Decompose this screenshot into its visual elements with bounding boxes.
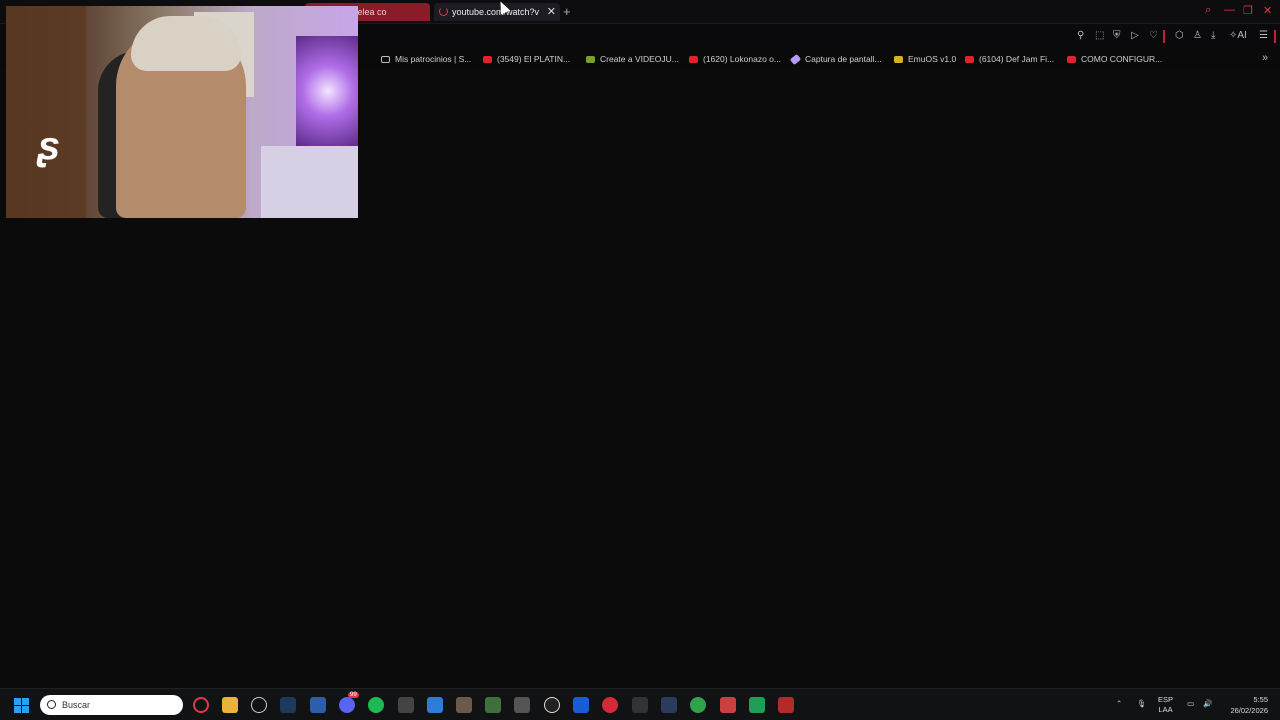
clock-time: 5:55 xyxy=(1253,695,1268,704)
accent-divider xyxy=(1274,30,1276,43)
grid-icon xyxy=(586,56,595,63)
shield-icon[interactable]: ⛨ xyxy=(1113,30,1121,42)
webcam-neon-sign xyxy=(296,36,358,146)
bookmark-label: Create a VIDEOJU... xyxy=(600,54,679,64)
start-button[interactable] xyxy=(14,698,29,713)
car-app-icon[interactable] xyxy=(514,697,530,713)
steam-icon[interactable] xyxy=(280,697,296,713)
youtube-icon xyxy=(689,56,698,63)
search-tabs-icon[interactable]: ⌕ xyxy=(1205,4,1211,17)
bookmarks-overflow-icon[interactable]: » xyxy=(1262,52,1268,64)
app-icon[interactable] xyxy=(661,697,677,713)
bookmark-label: (3549) El PLATIN... xyxy=(497,54,571,64)
search-placeholder: Buscar xyxy=(62,700,91,710)
streamer-logo-icon: ʂ xyxy=(37,124,61,168)
new-tab-button[interactable]: + xyxy=(563,3,571,21)
app-icon[interactable] xyxy=(602,697,618,713)
keyboard-layout: LAA xyxy=(1158,705,1173,714)
menu-icon[interactable]: ☰ xyxy=(1259,30,1268,42)
bookmark-item[interactable]: Create a VIDEOJU... xyxy=(586,53,679,65)
webcam-person-hair xyxy=(131,16,241,71)
volume-icon[interactable]: 🔊 xyxy=(1203,699,1212,709)
minimize-icon[interactable]: — xyxy=(1224,4,1235,16)
opera-gx-icon[interactable] xyxy=(193,697,209,713)
account-icon[interactable]: ♙ xyxy=(1193,30,1202,42)
bookmark-label: COMO CONFIGUR... xyxy=(1081,54,1163,64)
youtube-icon xyxy=(1067,56,1076,63)
pin-icon[interactable]: ⚲ xyxy=(1077,30,1084,42)
close-window-icon[interactable]: ✕ xyxy=(1263,4,1272,17)
bookmark-label: (6104) Def Jam Fi... xyxy=(979,54,1055,64)
play-icon[interactable]: ▷ xyxy=(1131,30,1139,42)
bookmark-label: (1620) Lokonazo o... xyxy=(703,54,781,64)
bookmark-item[interactable]: EmuOS v1.0 xyxy=(894,53,956,65)
maximize-icon[interactable]: ❐ xyxy=(1243,4,1253,17)
app-icon[interactable] xyxy=(749,697,765,713)
webcam-door xyxy=(6,6,86,218)
tab-label: youtube.com/watch?v xyxy=(452,7,540,17)
notepad-icon[interactable] xyxy=(427,697,443,713)
webcam-desk xyxy=(261,146,358,218)
youtube-icon xyxy=(483,56,492,63)
webcam-overlay: ʂ xyxy=(6,6,358,218)
file-explorer-icon[interactable] xyxy=(222,697,238,713)
loading-spinner-icon xyxy=(439,7,448,16)
app-icon[interactable] xyxy=(632,697,648,713)
search-icon xyxy=(47,700,56,709)
game-icon[interactable] xyxy=(456,697,472,713)
bookmark-item[interactable]: (6104) Def Jam Fi... xyxy=(965,53,1054,65)
app-icon[interactable] xyxy=(398,697,414,713)
game-icon[interactable] xyxy=(485,697,501,713)
bookmark-label: EmuOS v1.0 xyxy=(908,54,957,64)
sun-icon xyxy=(894,56,903,63)
bookmark-item[interactable]: Mis patrocinios | S... xyxy=(381,53,471,65)
discord-icon[interactable]: 99 xyxy=(339,692,359,713)
pen-icon xyxy=(789,53,802,66)
ai-button[interactable]: ✧AI xyxy=(1229,30,1247,42)
snapshot-icon[interactable]: ⬚ xyxy=(1095,30,1104,42)
bookmark-item[interactable]: (1620) Lokonazo o... xyxy=(689,53,781,65)
security-icon[interactable] xyxy=(310,697,326,713)
taskbar-clock[interactable]: 5:55 26/02/2026 xyxy=(1230,694,1268,716)
voicemod-icon[interactable] xyxy=(778,697,794,713)
bookmark-label: Mis patrocinios | S... xyxy=(395,54,472,64)
windows-taskbar: Buscar 99 ⌃ 🎙 ESP LAA ▭ 🔊 5:55 26/02/202… xyxy=(0,688,1280,720)
bookmark-item[interactable]: Captura de pantall... xyxy=(789,53,882,66)
clock-date: 26/02/2026 xyxy=(1230,706,1268,715)
language-code: ESP xyxy=(1158,695,1174,704)
taskbar-search-input[interactable]: Buscar xyxy=(40,695,183,715)
settings-icon[interactable] xyxy=(251,697,267,713)
extensions-icon[interactable]: ⬡ xyxy=(1175,30,1184,42)
accent-divider xyxy=(1163,30,1165,43)
spotify-icon[interactable] xyxy=(368,697,384,713)
bookmark-item[interactable]: (3549) El PLATIN... xyxy=(483,53,570,65)
heart-icon[interactable]: ♡ xyxy=(1149,30,1158,42)
bookmark-label: Captura de pantall... xyxy=(805,54,882,64)
ai-label: AI xyxy=(1237,30,1247,41)
logitech-icon[interactable] xyxy=(544,697,560,713)
network-icon[interactable]: ▭ xyxy=(1187,699,1194,709)
app-icon[interactable] xyxy=(720,697,736,713)
youtube-icon xyxy=(965,56,974,63)
notification-badge: 99 xyxy=(348,692,359,698)
close-tab-icon[interactable]: ✕ xyxy=(547,3,556,21)
download-icon[interactable]: ⤓ xyxy=(1211,30,1215,42)
language-indicator[interactable]: ESP LAA xyxy=(1158,695,1173,715)
microphone-icon[interactable]: 🎙 xyxy=(1137,699,1147,709)
bookmark-item[interactable]: COMO CONFIGUR... xyxy=(1067,53,1162,65)
tray-overflow-icon[interactable]: ⌃ xyxy=(1116,699,1122,709)
doc-icon xyxy=(381,56,390,63)
xbox-icon[interactable] xyxy=(690,697,706,713)
bitwarden-icon[interactable] xyxy=(573,697,589,713)
